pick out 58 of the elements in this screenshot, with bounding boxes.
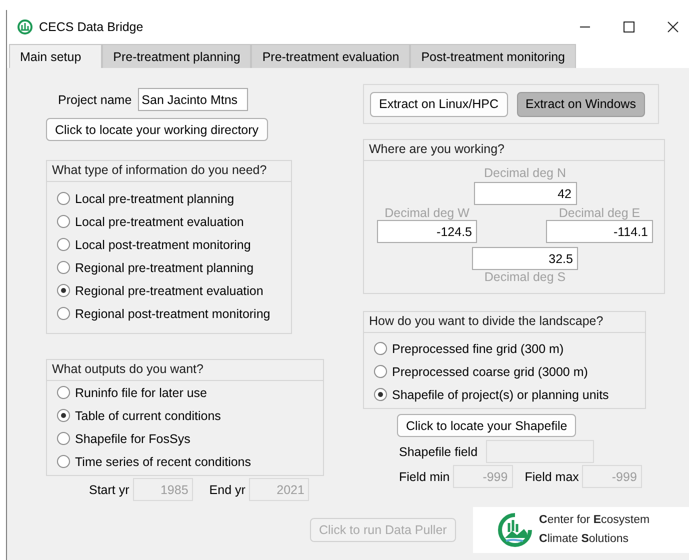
radio-label: Table of current conditions bbox=[75, 408, 221, 422]
radio-label: Regional pre-treatment evaluation bbox=[75, 284, 264, 298]
radio-button[interactable] bbox=[57, 284, 70, 297]
radio-label: Local post-treatment monitoring bbox=[75, 238, 251, 252]
field-label: Shapefile field bbox=[399, 444, 478, 458]
group-title: How do you want to divide the landscape? bbox=[364, 312, 645, 333]
radio-button[interactable] bbox=[374, 388, 387, 401]
logo-text: Center for Ecosystem Climate Solutions bbox=[539, 513, 650, 547]
coordinate-field[interactable]: 42 bbox=[474, 182, 576, 205]
extract-button[interactable]: Extract on Windows bbox=[516, 92, 645, 116]
radio-button[interactable] bbox=[57, 261, 70, 274]
extract-button[interactable]: Extract on Linux/HPC bbox=[370, 92, 508, 116]
radio-button[interactable] bbox=[57, 307, 70, 320]
radio-label: Time series of recent conditions bbox=[75, 454, 252, 468]
field-label: Start yr bbox=[89, 482, 130, 496]
radio-button[interactable] bbox=[57, 192, 70, 205]
coordinate-label: Decimal deg N bbox=[484, 166, 566, 180]
window-title: CECS Data Bridge bbox=[39, 20, 144, 34]
group-title: Where are you working? bbox=[364, 140, 664, 161]
tab[interactable]: Pre-treatment evaluation bbox=[251, 44, 410, 68]
radio-button[interactable] bbox=[374, 342, 387, 355]
radio-button[interactable] bbox=[57, 409, 70, 422]
field-label: End yr bbox=[209, 482, 246, 496]
maximize-icon[interactable] bbox=[623, 21, 635, 33]
tab[interactable]: Main setup bbox=[9, 44, 102, 68]
coordinate-field[interactable]: -124.5 bbox=[377, 220, 477, 243]
field-label: Field max bbox=[524, 470, 579, 484]
tab[interactable]: Pre-treatment planning bbox=[102, 44, 252, 68]
tab[interactable]: Post-treatment monitoring bbox=[410, 44, 576, 68]
app-logo-icon bbox=[17, 19, 33, 35]
radio-label: Regional pre-treatment planning bbox=[75, 260, 254, 274]
radio-button[interactable] bbox=[57, 238, 70, 251]
radio-label: Regional post-treatment monitoring bbox=[75, 306, 270, 320]
group-title: What type of information do you need? bbox=[47, 161, 291, 182]
radio-button[interactable] bbox=[57, 386, 70, 399]
radio-label: Local pre-treatment evaluation bbox=[75, 214, 244, 228]
project-name-field[interactable]: San Jacinto Mtns bbox=[138, 88, 248, 111]
radio-button[interactable] bbox=[57, 432, 70, 445]
radio-label: Shapefile for FosSys bbox=[75, 432, 190, 446]
radio-button[interactable] bbox=[374, 365, 387, 378]
radio-label: Shapefile of project(s) or planning units bbox=[392, 388, 609, 402]
coordinate-label: Decimal deg W bbox=[384, 206, 470, 220]
coordinate-field[interactable]: -114.1 bbox=[546, 220, 653, 243]
group-title: What outputs do you want? bbox=[47, 360, 323, 381]
coordinate-label: Decimal deg E bbox=[558, 206, 640, 220]
coordinate-label: Decimal deg S bbox=[484, 270, 566, 284]
radio-label: Preprocessed coarse grid (3000 m) bbox=[392, 364, 588, 378]
field-label: Field min bbox=[399, 470, 450, 484]
field-label: Project name bbox=[58, 92, 132, 106]
radio-label: Local pre-treatment planning bbox=[75, 192, 234, 206]
radio-button[interactable] bbox=[57, 455, 70, 468]
locate-directory-button[interactable]: Click to locate your working directory bbox=[46, 118, 268, 141]
logo-icon bbox=[497, 512, 533, 548]
close-icon[interactable] bbox=[667, 21, 679, 33]
radio-button[interactable] bbox=[57, 215, 70, 228]
radio-label: Runinfo file for later use bbox=[75, 386, 208, 400]
radio-label: Preprocessed fine grid (300 m) bbox=[392, 342, 564, 356]
coordinate-field[interactable]: 32.5 bbox=[472, 247, 578, 270]
